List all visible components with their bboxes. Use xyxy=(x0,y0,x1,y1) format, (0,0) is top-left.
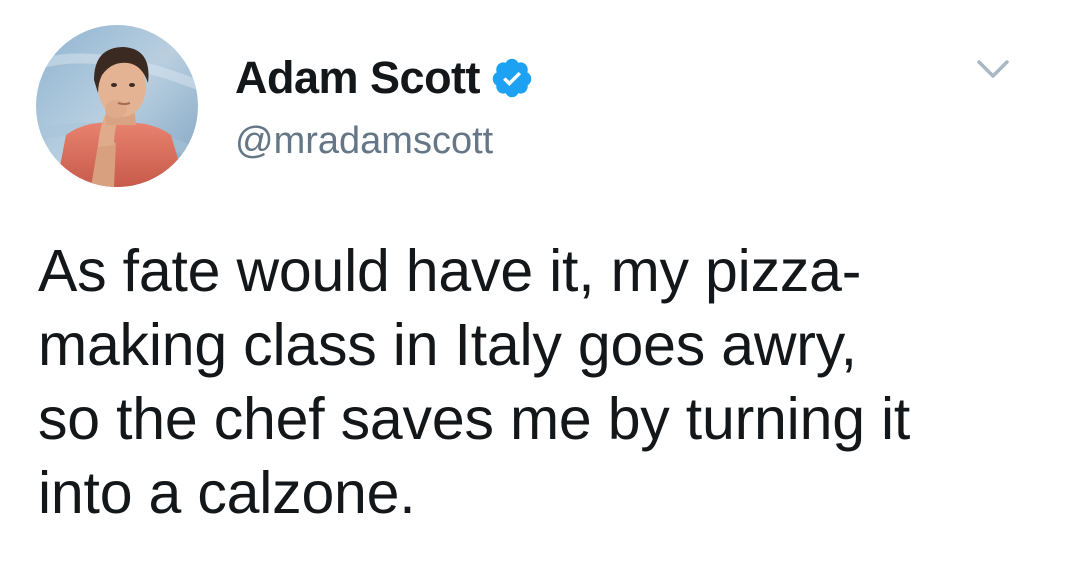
author-name-row: Adam Scott xyxy=(235,48,534,108)
author-handle[interactable]: @mradamscott xyxy=(235,120,493,163)
verified-badge-icon xyxy=(490,56,534,100)
avatar[interactable] xyxy=(36,25,198,187)
tweet-text: As fate would have it, my pizza- making … xyxy=(38,234,1048,530)
profile-photo xyxy=(36,25,198,187)
tweet-text-line: so the chef saves me by turning it xyxy=(38,386,911,452)
tweet-text-line: As fate would have it, my pizza- xyxy=(38,238,862,304)
tweet-text-line: into a calzone. xyxy=(38,460,416,526)
author-display-name[interactable]: Adam Scott xyxy=(235,52,481,104)
chevron-down-icon[interactable] xyxy=(976,58,1010,82)
tweet-text-line: making class in Italy goes awry, xyxy=(38,312,857,378)
tweet-card: Adam Scott @mradamscott As fate would ha… xyxy=(0,0,1080,569)
